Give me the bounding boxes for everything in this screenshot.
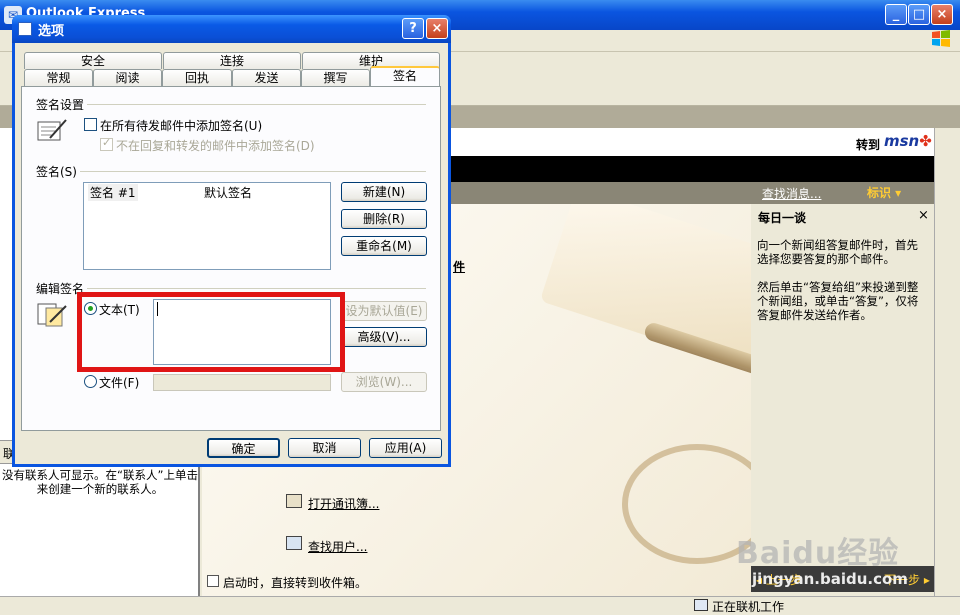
no-signature-reply-checkbox[interactable] bbox=[100, 136, 113, 151]
signature-list-item-name[interactable]: 签名 #1 bbox=[88, 184, 138, 201]
browse-button[interactable]: 浏览(W)... bbox=[341, 372, 427, 392]
address-book-icon bbox=[286, 494, 302, 508]
status-text: 正在联机工作 bbox=[712, 600, 785, 614]
minimize-button[interactable]: _ bbox=[885, 4, 907, 25]
annotation-highlight-box bbox=[77, 292, 345, 372]
divider bbox=[36, 171, 426, 172]
inbox-link[interactable]: 件 bbox=[453, 258, 465, 275]
find-message-link[interactable]: 查找消息... bbox=[762, 185, 821, 202]
msn-logo[interactable]: msn✤ bbox=[884, 132, 932, 150]
ok-button[interactable]: 确定 bbox=[207, 438, 280, 458]
tip-title: 每日一谈 bbox=[758, 211, 807, 225]
goto-label[interactable]: 转到 bbox=[856, 136, 880, 153]
file-signature-label: 文件(F) bbox=[99, 376, 140, 390]
tab-compose[interactable]: 撰写 bbox=[301, 69, 370, 86]
tab-security[interactable]: 安全 bbox=[24, 52, 162, 69]
msn-butterfly-icon: ✤ bbox=[919, 132, 932, 150]
tab-connection[interactable]: 连接 bbox=[163, 52, 301, 69]
windows-logo-icon bbox=[932, 30, 950, 47]
tip-paragraph-1: 向一个新闻组答复邮件时，首先选择您要答复的那个邮件。 bbox=[757, 238, 918, 266]
startup-inbox-label: 启动时，直接转到收件箱。 bbox=[223, 576, 368, 590]
close-window-button[interactable]: × bbox=[931, 4, 953, 25]
signature-file-input[interactable] bbox=[153, 374, 331, 391]
no-signature-reply-label: 不在回复和转发的邮件中添加签名(D) bbox=[116, 139, 315, 153]
delete-signature-button[interactable]: 删除(R) bbox=[341, 209, 427, 229]
add-signature-all-label: 在所有待发邮件中添加签名(U) bbox=[100, 119, 263, 133]
file-signature-radio[interactable] bbox=[84, 375, 97, 388]
dialog-app-icon bbox=[18, 22, 32, 36]
open-address-book-link[interactable]: 打开通讯簿... bbox=[308, 495, 379, 512]
glasses-illustration bbox=[622, 444, 751, 564]
divider bbox=[36, 288, 426, 289]
signature-settings-label: 签名设置 bbox=[36, 96, 88, 113]
dialog-title: 选项 bbox=[38, 24, 65, 39]
cancel-button[interactable]: 取消 bbox=[288, 438, 361, 458]
baidu-watermark-url: jingyan.baidu.com bbox=[752, 570, 908, 588]
tab-receipts[interactable]: 回执 bbox=[162, 69, 232, 86]
advanced-button[interactable]: 高级(V)... bbox=[341, 327, 427, 347]
online-status-icon bbox=[694, 599, 708, 611]
mark-menu[interactable]: 标识 ▾ bbox=[867, 184, 901, 201]
divider bbox=[36, 104, 426, 105]
signature-settings-icon bbox=[37, 119, 67, 141]
tab-read[interactable]: 阅读 bbox=[93, 69, 162, 86]
edit-signature-icon bbox=[37, 303, 67, 327]
signature-list-item-default: 默认签名 bbox=[204, 186, 253, 200]
contacts-empty-message: 没有联系人可显示。在“联系人”上单击来创建一个新的联系人。 bbox=[2, 468, 198, 496]
dialog-close-button[interactable]: × bbox=[426, 18, 448, 39]
apply-button[interactable]: 应用(A) bbox=[369, 438, 442, 458]
help-button[interactable]: ? bbox=[402, 18, 424, 39]
add-signature-all-checkbox[interactable] bbox=[84, 118, 97, 131]
tab-signatures[interactable]: 签名 bbox=[370, 66, 440, 86]
set-default-button[interactable]: 设为默认值(E) bbox=[341, 301, 427, 321]
dialog-title-bar bbox=[12, 15, 451, 43]
find-people-link[interactable]: 查找用户... bbox=[308, 538, 367, 555]
startup-inbox-checkbox[interactable] bbox=[207, 575, 219, 587]
tip-close-button[interactable]: × bbox=[918, 208, 929, 223]
tip-paragraph-2: 然后单击“答复给组”来投递到整个新闻组，或单击“答复”，仅将答复邮件发送给作者。 bbox=[757, 280, 919, 322]
vertical-scrollbar[interactable] bbox=[934, 128, 960, 596]
signatures-label: 签名(S) bbox=[36, 163, 80, 180]
rename-signature-button[interactable]: 重命名(M) bbox=[341, 236, 427, 256]
status-bar bbox=[0, 596, 960, 615]
maximize-button[interactable]: □ bbox=[908, 4, 930, 25]
tab-general[interactable]: 常规 bbox=[24, 69, 93, 86]
tab-send[interactable]: 发送 bbox=[232, 69, 301, 86]
baidu-watermark: Baidu经验 bbox=[736, 536, 900, 571]
find-people-icon bbox=[286, 536, 302, 550]
new-signature-button[interactable]: 新建(N) bbox=[341, 182, 427, 202]
